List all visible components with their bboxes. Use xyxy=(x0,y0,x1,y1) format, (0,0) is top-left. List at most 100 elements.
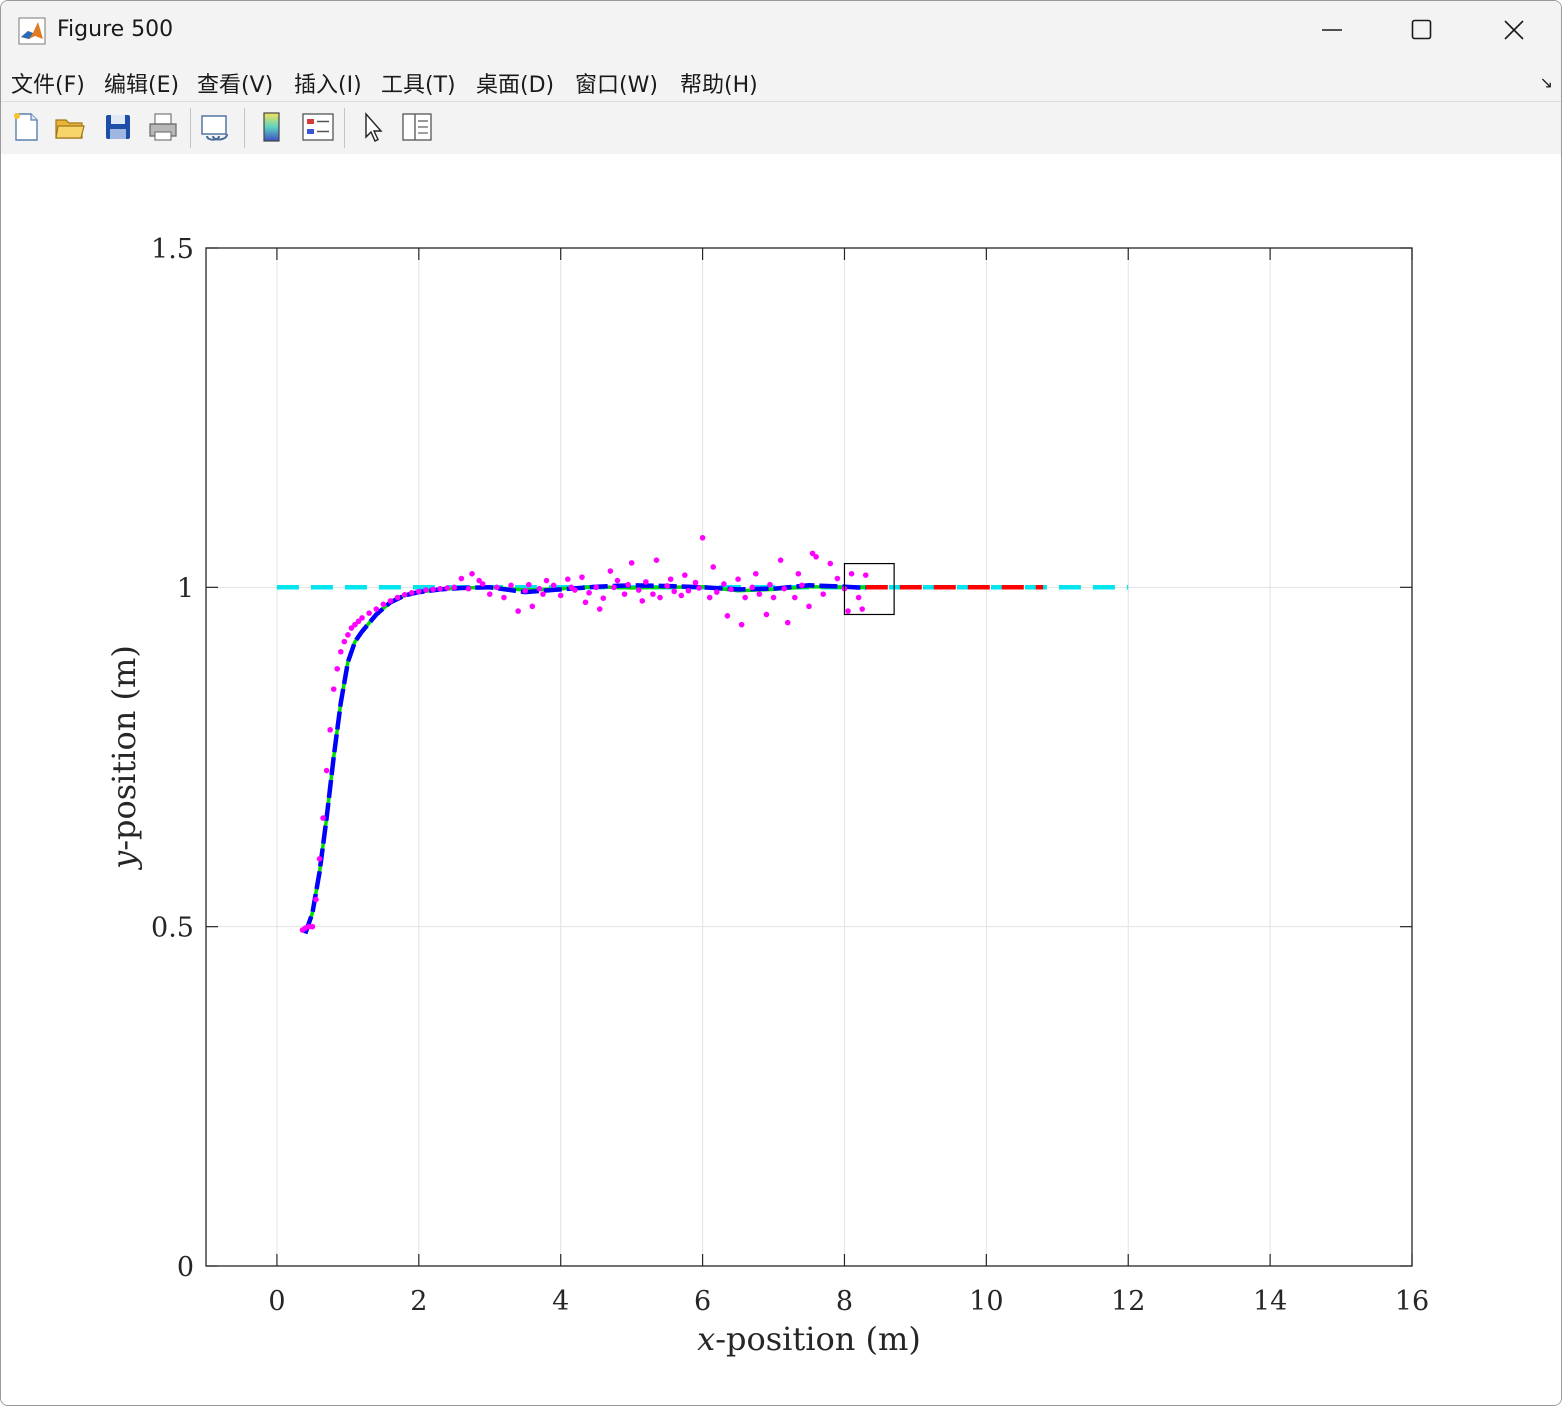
x-tick-label: 8 xyxy=(836,1286,853,1317)
measurement-point xyxy=(387,598,394,604)
open-file-button[interactable] xyxy=(53,110,87,144)
measurement-point xyxy=(416,588,422,595)
y-axis-variable: y xyxy=(105,850,143,871)
measurement-point xyxy=(341,638,348,645)
measurement-point xyxy=(327,727,333,733)
measurement-point xyxy=(664,583,670,589)
measurement-point xyxy=(806,603,812,610)
measurement-point xyxy=(767,581,773,588)
save-icon xyxy=(106,115,130,139)
toolbar-separator xyxy=(244,108,245,148)
y-tick-labels: 0 0.5 1 1.5 xyxy=(151,234,194,1283)
menu-window[interactable]: 窗口(W) xyxy=(575,67,658,99)
figure-window: Figure 500 文件(F) 编辑(E) 查看(V) 插入(I) 工具(T)… xyxy=(0,0,1562,1406)
close-button[interactable] xyxy=(1469,1,1559,59)
menu-insert[interactable]: 插入(I) xyxy=(294,67,362,99)
dock-arrow-icon[interactable]: ↘ xyxy=(1540,73,1553,92)
measurement-point xyxy=(650,591,656,597)
pointer-icon xyxy=(365,112,383,142)
measurement-point xyxy=(827,560,834,567)
measurement-point xyxy=(313,896,319,903)
measurement-point xyxy=(706,594,713,601)
x-tick-labels: 0 2 4 6 8 10 12 14 16 xyxy=(268,1286,1429,1317)
measurement-point xyxy=(508,582,514,589)
axes-plot[interactable]: 0 2 4 6 8 10 12 14 16 00.511.5 x-position (m) y-… xyxy=(1,154,1561,1405)
measurement-point xyxy=(444,585,451,591)
minimize-button[interactable] xyxy=(1287,1,1377,59)
new-figure-button[interactable] xyxy=(9,110,43,144)
measurement-point xyxy=(813,553,819,560)
measurement-point xyxy=(366,610,372,616)
new-figure-icon xyxy=(14,113,38,141)
measurement-point xyxy=(550,582,557,589)
measurement-point xyxy=(309,923,316,930)
measurement-point xyxy=(451,584,458,591)
measurement-point xyxy=(607,568,614,574)
x-tick-label: 10 xyxy=(969,1286,1003,1317)
matlab-logo-icon xyxy=(18,17,46,45)
measurement-point xyxy=(614,577,621,584)
measurement-point xyxy=(536,585,543,592)
menu-tools[interactable]: 工具(T) xyxy=(381,67,456,99)
measurement-point xyxy=(639,598,646,604)
measurement-point xyxy=(682,572,688,578)
y-tick-label: 1 xyxy=(177,573,194,604)
measurement-point xyxy=(486,591,493,597)
x-tick-label: 16 xyxy=(1395,1286,1429,1317)
property-inspector-button[interactable] xyxy=(400,110,434,144)
x-axis-label: x-position (m) xyxy=(697,1320,921,1358)
measurement-point xyxy=(494,584,500,591)
link-plot-button[interactable] xyxy=(199,110,233,144)
title-bar[interactable]: Figure 500 xyxy=(1,1,1561,59)
toolbar xyxy=(1,101,1561,155)
measurement-point xyxy=(671,588,678,595)
measurement-point xyxy=(525,581,532,588)
measurement-point xyxy=(848,570,855,577)
window-title: Figure 500 xyxy=(57,17,174,42)
print-button[interactable] xyxy=(146,110,180,144)
menu-file[interactable]: 文件(F) xyxy=(11,67,85,99)
y-axis-label: y-position (m) xyxy=(105,645,143,871)
legend-button[interactable] xyxy=(301,110,335,144)
measurement-point xyxy=(529,603,536,610)
y-tick-label: 1.5 xyxy=(151,234,194,265)
save-button[interactable] xyxy=(101,110,135,144)
menu-desktop[interactable]: 桌面(D) xyxy=(476,67,554,99)
link-plot-icon xyxy=(201,115,228,141)
minimize-icon xyxy=(1322,29,1342,31)
y-tick-label: 0 xyxy=(177,1252,194,1283)
measurement-point xyxy=(667,576,674,582)
x-axis-label-text: -position (m) xyxy=(715,1320,921,1358)
menu-view[interactable]: 查看(V) xyxy=(197,67,273,99)
measurement-point xyxy=(408,589,415,596)
measurement-point xyxy=(699,534,706,541)
measurement-point xyxy=(479,581,486,587)
measurement-point xyxy=(458,575,465,582)
measurement-point xyxy=(820,591,826,597)
measurement-point xyxy=(692,579,699,586)
measurement-point xyxy=(738,621,745,628)
measurement-point xyxy=(401,591,408,598)
measurement-point xyxy=(373,606,380,612)
measurement-point xyxy=(611,584,617,591)
measurement-point xyxy=(749,584,756,591)
x-axis-variable: x xyxy=(697,1320,715,1358)
property-inspector-icon xyxy=(402,113,432,141)
maximize-button[interactable] xyxy=(1377,1,1467,59)
measurement-point xyxy=(792,594,798,601)
menu-edit[interactable]: 编辑(E) xyxy=(104,67,179,99)
menu-help[interactable]: 帮助(H) xyxy=(680,67,758,99)
measurement-point xyxy=(330,686,337,692)
figure-canvas[interactable]: 0 2 4 6 8 10 12 14 16 0 0.5 1 1.5 x-position (m) y-… xyxy=(1,154,1561,1405)
measurement-point xyxy=(337,649,344,655)
measurement-point xyxy=(685,587,692,594)
edit-plot-button[interactable] xyxy=(356,110,390,144)
x-tick-label: 6 xyxy=(694,1286,711,1317)
measurement-point xyxy=(845,608,851,614)
measurement-point xyxy=(721,581,727,587)
measurement-point xyxy=(316,856,323,862)
toolbar-separator xyxy=(190,108,191,148)
measurement-point xyxy=(752,570,759,577)
colorbar-button[interactable] xyxy=(255,110,289,144)
measurement-point xyxy=(770,594,777,601)
